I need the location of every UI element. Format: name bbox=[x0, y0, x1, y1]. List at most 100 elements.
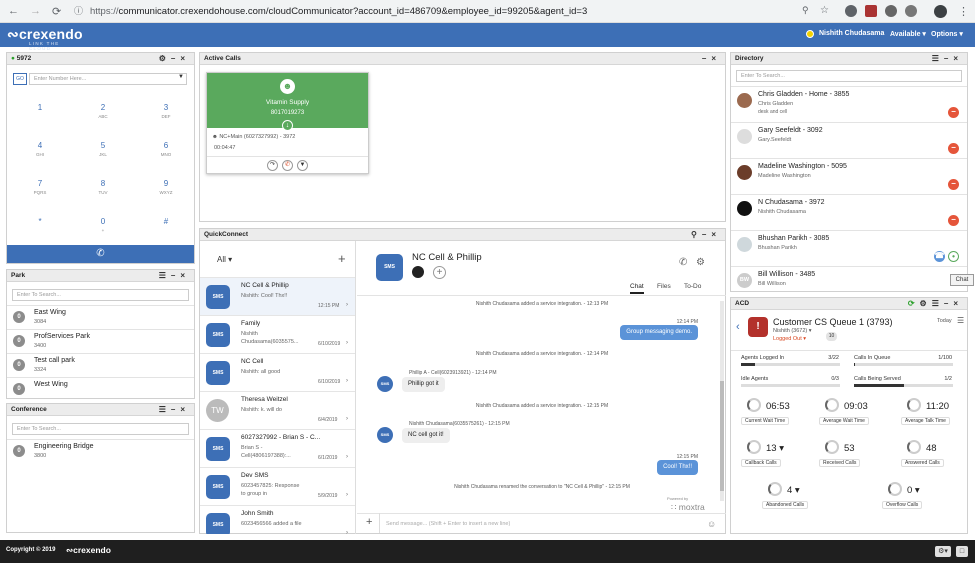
conversation-item[interactable]: SMS Family Nishith Chudasama(6035575... 6/1… bbox=[200, 315, 355, 353]
conversation-item[interactable]: SMS Dev SMS 6023457825: Response to group … bbox=[200, 467, 355, 505]
conversation-item[interactable]: SMS John Smith 6023456566 added a file › bbox=[200, 505, 355, 534]
stat-value: 09:03 bbox=[844, 401, 868, 412]
back-chevron-icon[interactable]: ‹ bbox=[736, 321, 740, 333]
tab-todo[interactable]: To-Do bbox=[684, 283, 701, 290]
emoji-icon[interactable]: ☺ bbox=[707, 519, 716, 529]
profile-icon[interactable] bbox=[934, 5, 947, 18]
settings-menu-icon[interactable]: ⚙▾ bbox=[935, 546, 951, 557]
dial-key[interactable]: 5 JKL bbox=[88, 141, 118, 157]
conference-search-input[interactable]: Enter To Search... bbox=[12, 423, 189, 435]
call-card[interactable]: ☻ Vitamin Supply 8017019273 ↓ ☻ NC+Main … bbox=[206, 72, 369, 174]
dial-key[interactable]: 6 MNO bbox=[151, 141, 181, 157]
options-dropdown[interactable]: Options ▾ bbox=[931, 30, 963, 38]
list-item[interactable]: 0 Test call park 3324 bbox=[7, 354, 194, 376]
message-text: Cool! Thx!! bbox=[657, 460, 698, 475]
end-call-icon[interactable]: − bbox=[948, 215, 959, 226]
add-participant-icon[interactable]: + bbox=[433, 266, 446, 279]
conversation-item[interactable]: TW Theresa Weitzel Nishith: k. will do 6/4/… bbox=[200, 391, 355, 429]
address-bar[interactable]: ⓘ https://communicator.crexendohouse.com/… bbox=[70, 3, 830, 20]
extension-icon[interactable] bbox=[885, 5, 897, 17]
dial-key[interactable]: 9 WXYZ bbox=[151, 179, 181, 195]
filter-dropdown[interactable]: All ▾ bbox=[217, 255, 232, 264]
call-button[interactable]: ✆ bbox=[7, 245, 194, 263]
extension-icon[interactable] bbox=[905, 5, 917, 17]
dial-key[interactable]: 0 + bbox=[88, 217, 118, 233]
directory-entry[interactable]: Bhushan Parikh - 3085 Bhushan Parikh ☎ • bbox=[731, 230, 967, 266]
tab-files[interactable]: Files bbox=[657, 283, 671, 290]
sender-sms-icon: SMS bbox=[377, 427, 393, 443]
key-digit: 7 bbox=[37, 179, 43, 188]
contact-name: Bhushan Parikh - 3085 bbox=[758, 235, 830, 242]
park-search-input[interactable]: Enter To Search... bbox=[12, 289, 189, 301]
stat-label: Current Wait Time bbox=[741, 417, 790, 425]
dial-key[interactable]: 7 PQRS bbox=[25, 179, 55, 195]
dial-key[interactable]: 2 ABC bbox=[88, 103, 118, 119]
gauge-icon bbox=[825, 440, 839, 454]
directory-entry[interactable]: N Chudasama - 3972 Nishith Chudasama − bbox=[731, 194, 967, 230]
star-icon[interactable]: ☆ bbox=[820, 5, 829, 16]
panel-controls[interactable]: ⟳⚙☰–× bbox=[908, 298, 963, 310]
reload-icon[interactable]: ⟳ bbox=[52, 5, 61, 18]
forward-icon[interactable]: → bbox=[30, 5, 41, 17]
dial-key[interactable]: # bbox=[151, 217, 181, 228]
directory-entry[interactable]: Gary Seefeldt - 3092 Gary.Seefeldt − bbox=[731, 122, 967, 158]
back-icon[interactable]: ← bbox=[8, 5, 19, 17]
login-status-dropdown[interactable]: Logged Out ▾ bbox=[773, 336, 806, 342]
message-meta: Phillip A - Cell(6023913921) - 12:14 PM bbox=[409, 370, 497, 376]
transfer-icon[interactable]: ↷ bbox=[267, 160, 278, 171]
conversation-item[interactable]: SMS NC Cell Nishith: all good 6/10/2019 › bbox=[200, 353, 355, 391]
go-button[interactable]: GO bbox=[13, 73, 27, 85]
end-call-icon[interactable]: − bbox=[948, 179, 959, 190]
chat-scrollbar[interactable] bbox=[720, 301, 724, 501]
end-call-icon[interactable]: − bbox=[948, 143, 959, 154]
panel-controls[interactable]: ☰–× bbox=[159, 270, 190, 282]
message-input[interactable]: Send message... (Shift + Enter to insert… bbox=[386, 521, 510, 527]
add-conversation-icon[interactable]: + bbox=[338, 251, 346, 266]
call-line-text: NC+Main (6027327992) - 3972 bbox=[219, 134, 296, 140]
extension-icon[interactable] bbox=[845, 5, 857, 17]
dial-key[interactable]: 1 bbox=[25, 103, 55, 114]
directory-entry[interactable]: Madeline Washington - 5095 Madeline Washi… bbox=[731, 158, 967, 194]
dial-key[interactable]: 3 DEF bbox=[151, 103, 181, 119]
tab-chat[interactable]: Chat bbox=[630, 283, 644, 294]
chat-bubble-icon[interactable]: • bbox=[948, 251, 959, 262]
panel-controls[interactable]: ☰–× bbox=[932, 53, 963, 65]
settings-gear-icon[interactable]: ⚙ bbox=[696, 257, 705, 268]
phone-call-icon[interactable]: ✆ bbox=[679, 257, 687, 268]
phone-icon[interactable]: ☎ bbox=[934, 251, 945, 262]
hangup-icon[interactable]: ✆ bbox=[282, 160, 293, 171]
conversation-item[interactable]: SMS 6027327992 - Brian S - C... Brian S - … bbox=[200, 429, 355, 467]
list-item[interactable]: 0 West Wing bbox=[7, 378, 194, 400]
more-icon[interactable]: ▼ bbox=[297, 160, 308, 171]
window-icon[interactable]: □ bbox=[956, 546, 968, 557]
panel-controls[interactable]: ☰–× bbox=[159, 404, 190, 416]
conference-title: Conference bbox=[11, 406, 47, 413]
panel-controls[interactable]: –× bbox=[702, 53, 721, 65]
panel-controls[interactable]: ⚲–× bbox=[691, 229, 721, 241]
agent-dropdown[interactable]: Nishith (3672) ▾ bbox=[773, 328, 812, 334]
dial-key[interactable]: * bbox=[25, 217, 55, 228]
pdf-extension-icon[interactable] bbox=[865, 5, 877, 17]
list-item[interactable]: 0 Engineering Bridge 3800 bbox=[7, 440, 194, 462]
period-selector[interactable]: Today bbox=[937, 318, 952, 324]
conversation-item[interactable]: SMS NC Cell & Phillip Nishith: Cool! Thx!!… bbox=[200, 277, 355, 315]
metric-bar-fill bbox=[854, 384, 904, 387]
panel-controls[interactable]: ⚙–× bbox=[159, 53, 190, 65]
dial-key[interactable]: 4 GHI bbox=[25, 141, 55, 157]
end-call-icon[interactable]: − bbox=[948, 107, 959, 118]
period-menu-icon[interactable]: ☰ bbox=[957, 316, 964, 325]
menu-icon[interactable]: ⋮ bbox=[958, 5, 969, 18]
conversation-preview: 6023456566 added a file bbox=[241, 521, 302, 527]
attach-plus-icon[interactable]: + bbox=[366, 516, 372, 528]
zoom-icon[interactable]: ⚲ bbox=[802, 5, 809, 16]
dial-key[interactable]: 8 TUV bbox=[88, 179, 118, 195]
metric-bar bbox=[741, 384, 840, 387]
availability-dropdown[interactable]: Available ▾ bbox=[890, 30, 926, 38]
chevron-down-icon[interactable]: ▼ bbox=[178, 74, 184, 80]
directory-title: Directory bbox=[735, 55, 764, 62]
directory-search-input[interactable]: Enter To Search... bbox=[736, 70, 962, 82]
dial-number-input[interactable]: Enter Number Here... bbox=[29, 73, 187, 85]
directory-entry[interactable]: Chris Gladden - Home - 3855 Chris Gladden… bbox=[731, 86, 967, 122]
list-item[interactable]: 0 ProfServices Park 3400 bbox=[7, 330, 194, 352]
list-item[interactable]: 0 East Wing 3084 bbox=[7, 306, 194, 328]
